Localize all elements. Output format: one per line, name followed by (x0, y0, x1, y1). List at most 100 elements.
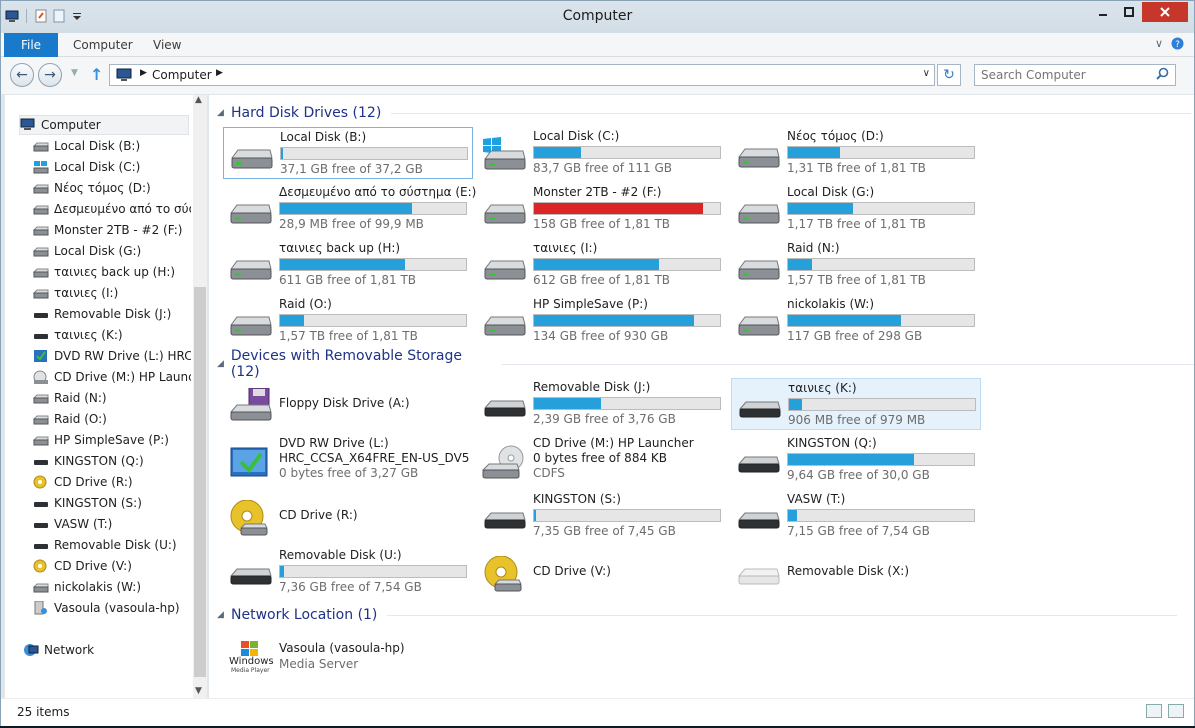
group-header-network[interactable]: ◢ Network Location (1) (217, 605, 1178, 625)
search-input[interactable] (981, 65, 1151, 85)
drive-tile[interactable]: KINGSTON (Q:) 9,64 GB free of 30,0 GB (731, 434, 981, 486)
search-icon[interactable] (1156, 67, 1169, 84)
tab-view[interactable]: View (153, 33, 181, 57)
minimize-button[interactable] (1090, 2, 1116, 22)
nav-network[interactable]: Network (23, 640, 183, 660)
drive-tile[interactable]: CD Drive (R:) (223, 490, 473, 542)
nav-item[interactable]: Removable Disk (U:) (33, 535, 191, 555)
back-button[interactable]: ← (10, 63, 34, 87)
drive-tile[interactable]: DVD RW Drive (L:) HRC_CCSA_X64FRE_EN-US_D… (223, 434, 473, 486)
hdd-icon (33, 139, 49, 153)
nav-item[interactable]: KINGSTON (Q:) (33, 451, 191, 471)
nav-item[interactable]: VASW (T:) (33, 514, 191, 534)
nav-item[interactable]: Local Disk (C:) (33, 157, 191, 177)
refresh-button[interactable]: ↻ (937, 64, 961, 86)
status-bar: 25 items (1, 698, 1194, 726)
group-header-removable[interactable]: ◢ Devices with Removable Storage (12) (217, 348, 1195, 380)
free-space-text: 83,7 GB free of 111 GB (533, 161, 672, 175)
drive-tile[interactable]: ταινιες (K:) 906 MB free of 979 MB (731, 378, 981, 430)
expand-ribbon-icon[interactable]: ∨ (1155, 37, 1163, 53)
drive-tile[interactable]: ταινιες back up (H:) 611 GB free of 1,81 … (223, 239, 473, 291)
large-icons-view-icon[interactable] (1168, 704, 1184, 718)
breadcrumb-arrow-icon[interactable]: ▶ (216, 68, 223, 78)
details-view-icon[interactable] (1146, 704, 1162, 718)
drive-tile[interactable]: HP SimpleSave (P:) 134 GB free of 930 GB (477, 295, 727, 347)
maximize-button[interactable] (1116, 2, 1142, 22)
dvd-icon (227, 444, 273, 480)
drive-tile[interactable]: Floppy Disk Drive (A:) (223, 378, 473, 430)
nav-label: Computer (41, 118, 101, 132)
nav-item[interactable]: Local Disk (B:) (33, 136, 191, 156)
scrollbar-thumb[interactable] (194, 287, 206, 677)
nav-item[interactable]: Removable Disk (J:) (33, 304, 191, 324)
drive-tile[interactable]: Local Disk (C:) 83,7 GB free of 111 GB (477, 127, 727, 179)
drive-tile[interactable]: nickolakis (W:) 117 GB free of 298 GB (731, 295, 981, 347)
ribbon-right-controls: ∨ ? (1155, 37, 1184, 53)
group-title: Hard Disk Drives (12) (231, 105, 382, 121)
capacity-bar-fill (788, 315, 902, 326)
tile-name: Δεσμευμένο από το σύστημα (E:) (279, 185, 477, 199)
close-button[interactable] (1142, 2, 1188, 22)
drive-tile[interactable]: Raid (N:) 1,57 TB free of 1,81 TB (731, 239, 981, 291)
scroll-up-icon[interactable]: ▲ (195, 95, 202, 105)
nav-item[interactable]: nickolakis (W:) (33, 577, 191, 597)
nav-item[interactable]: ταινιες (I:) (33, 283, 191, 303)
nav-item[interactable]: CD Drive (V:) (33, 556, 191, 576)
free-space-text: 37,1 GB free of 37,2 GB (280, 162, 423, 176)
nav-item[interactable]: ταινιες back up (H:) (33, 262, 191, 282)
group-header-hdd[interactable]: ◢ Hard Disk Drives (12) (217, 103, 1192, 123)
collapse-chevron-icon[interactable]: ◢ (217, 610, 231, 620)
nav-item[interactable]: ταινιες (K:) (33, 325, 191, 345)
collapse-chevron-icon[interactable]: ◢ (217, 359, 231, 369)
breadcrumb-arrow-icon[interactable]: ▶ (140, 68, 147, 78)
drive-tile[interactable]: VASW (T:) 7,15 GB free of 7,54 GB (731, 490, 981, 542)
capacity-bar (533, 146, 721, 159)
tab-file[interactable]: File (4, 33, 58, 57)
drive-tile[interactable]: Local Disk (B:) 37,1 GB free of 37,2 GB (223, 127, 473, 179)
drive-tile[interactable]: Local Disk (G:) 1,17 TB free of 1,81 TB (731, 183, 981, 235)
tab-computer[interactable]: Computer (73, 33, 133, 57)
capacity-bar-fill (789, 399, 803, 410)
nav-item[interactable]: DVD RW Drive (L:) HRC_C (33, 346, 191, 366)
nav-item[interactable]: Δεσμευμένο από το σύστ (33, 199, 191, 219)
address-dropdown-icon[interactable]: ∨ (923, 68, 930, 79)
nav-item[interactable]: HP SimpleSave (P:) (33, 430, 191, 450)
drive-tile[interactable]: Removable Disk (J:) 2,39 GB free of 3,76 … (477, 378, 727, 430)
drive-tile[interactable]: CD Drive (M:) HP Launcher 0 bytes free of… (477, 434, 727, 486)
breadcrumb-computer[interactable]: Computer (152, 68, 212, 82)
nav-item[interactable]: Raid (O:) (33, 409, 191, 429)
recent-locations-icon[interactable]: ▼ (71, 68, 78, 78)
nav-item[interactable]: CD Drive (M:) HP Launche (33, 367, 191, 387)
address-bar[interactable]: ▶ Computer ▶ ∨ (109, 64, 935, 86)
drive-tile[interactable]: Νέος τόμος (D:) 1,31 TB free of 1,81 TB (731, 127, 981, 179)
capacity-bar-fill (281, 148, 283, 159)
drive-tile[interactable]: Raid (O:) 1,57 TB free of 1,81 TB (223, 295, 473, 347)
nav-label: Vasoula (vasoula-hp) (54, 601, 180, 615)
drive-tile[interactable]: Removable Disk (U:) 7,36 GB free of 7,54 … (223, 546, 473, 598)
nav-computer[interactable]: Computer (19, 115, 189, 135)
drive-tile[interactable]: Monster 2TB - #2 (F:) 158 GB free of 1,81… (477, 183, 727, 235)
nav-item[interactable]: CD Drive (R:) (33, 472, 191, 492)
nav-item[interactable]: Local Disk (G:) (33, 241, 191, 261)
drive-tile[interactable]: Removable Disk (X:) (731, 546, 981, 598)
up-arrow-icon[interactable]: ↑ (90, 65, 103, 84)
drive-tile[interactable]: Δεσμευμένο από το σύστημα (E:) 28,9 MB fr… (223, 183, 477, 235)
tile-name: KINGSTON (Q:) (787, 436, 877, 450)
nav-item[interactable]: Vasoula (vasoula-hp) (33, 598, 191, 618)
media-server-tile[interactable]: Windows Media Player Vasoula (vasoula-hp… (223, 629, 473, 681)
drive-tile[interactable]: KINGSTON (S:) 7,35 GB free of 7,45 GB (477, 490, 727, 542)
help-icon[interactable]: ? (1171, 37, 1184, 53)
nav-scrollbar[interactable]: ▲ ▼ (193, 95, 207, 698)
scroll-down-icon[interactable]: ▼ (195, 686, 202, 696)
collapse-chevron-icon[interactable]: ◢ (217, 108, 231, 118)
nav-item[interactable]: Raid (N:) (33, 388, 191, 408)
nav-item[interactable]: Νέος τόμος (D:) (33, 178, 191, 198)
cd-gold-icon (33, 475, 49, 489)
drive-tile[interactable]: ταινιες (I:) 612 GB free of 1,81 TB (477, 239, 727, 291)
nav-item[interactable]: KINGSTON (S:) (33, 493, 191, 513)
tile-line-2: HRC_CCSA_X64FRE_EN-US_DV5 (279, 451, 470, 465)
hdd-icon (33, 244, 49, 258)
drive-tile[interactable]: CD Drive (V:) (477, 546, 727, 598)
nav-item[interactable]: Monster 2TB - #2 (F:) (33, 220, 191, 240)
forward-button[interactable]: → (38, 63, 62, 87)
